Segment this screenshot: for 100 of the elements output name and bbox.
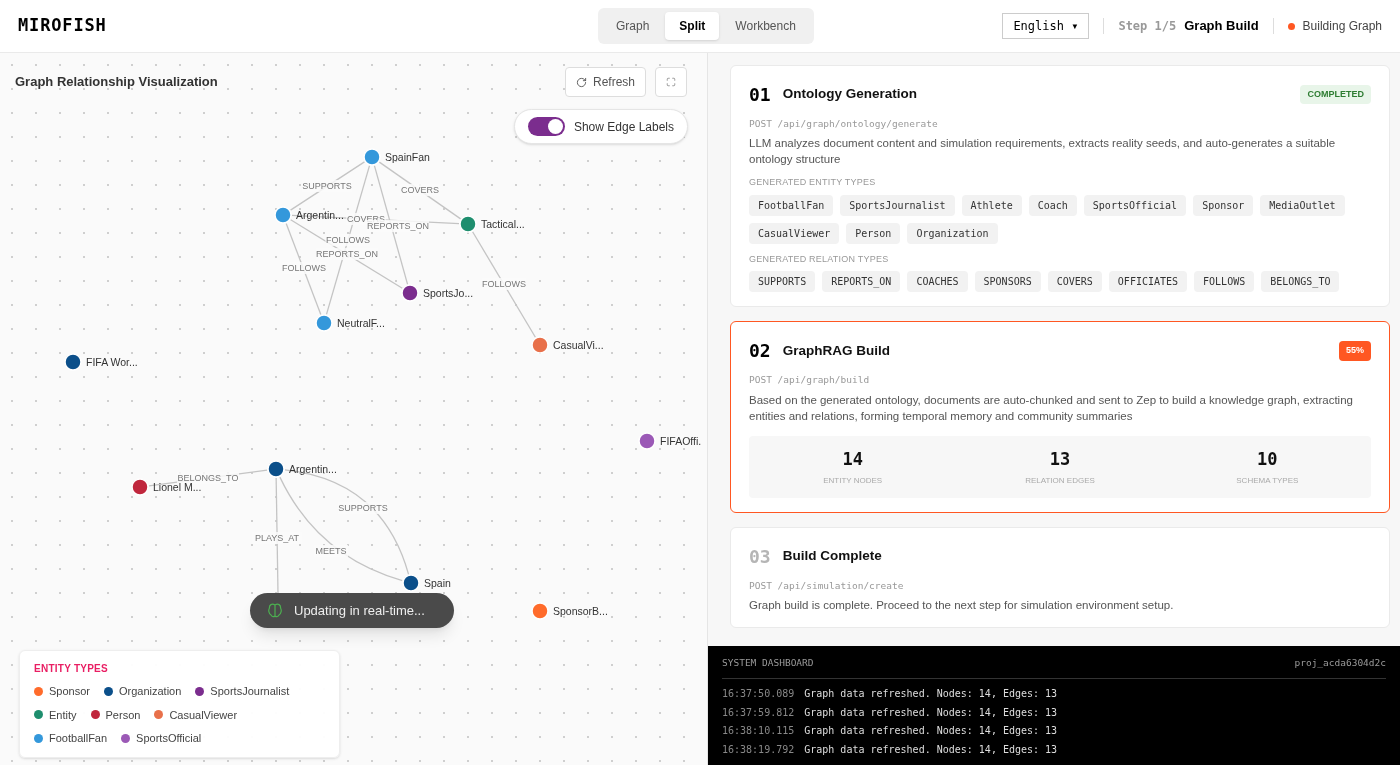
type-tag: FootballFan [749, 194, 834, 216]
language-select[interactable]: English ▾ [1002, 13, 1090, 39]
graph-node[interactable] [363, 148, 381, 166]
graph-node[interactable] [274, 206, 292, 224]
legend-label: Organization [119, 684, 182, 699]
app-logo: MIROFISH [18, 14, 108, 38]
graph-node[interactable] [459, 215, 477, 233]
step-title: GraphRAG Build [782, 341, 890, 360]
log-message: Graph data refreshed. Nodes: 14, Edges: 13 [804, 724, 1058, 738]
panel-title: Graph Relationship Visualization [15, 73, 218, 92]
type-tag: COVERS [1047, 271, 1102, 293]
graph-node[interactable] [638, 432, 656, 450]
step-title: Ontology Generation [782, 85, 917, 104]
node-label: FIFA Wor... [86, 356, 138, 368]
legend-label: Person [105, 707, 141, 723]
step-number: 03 [749, 545, 771, 569]
type-tag: Coach [1028, 194, 1077, 216]
refresh-button[interactable]: Refresh [564, 67, 646, 97]
log-message: Graph data refreshed. Nodes: 14, Edges: 13 [804, 742, 1058, 757]
stat-label: ENTITY NODES [823, 475, 883, 487]
edge-label: FOLLOWS [481, 278, 527, 290]
graph-node[interactable] [531, 336, 549, 354]
graph-node[interactable] [267, 460, 285, 478]
type-tag: COACHES [907, 271, 968, 293]
log-time: 16:38:19.792 [722, 742, 795, 757]
edge-label: BELONGS_TO [177, 472, 239, 484]
dashboard-title: SYSTEM DASHBOARD [722, 656, 814, 670]
refresh-icon [575, 76, 587, 88]
step-description: Graph build is complete. Proceed to the next step for simulation environment setup. [749, 598, 1175, 614]
log-time: 16:37:50.089 [722, 687, 795, 701]
step-number: 01 [749, 83, 771, 107]
tag-group-title: GENERATED RELATION TYPES [749, 252, 890, 266]
fullscreen-icon [666, 77, 676, 87]
edge-label: REPORTS_ON [316, 248, 378, 260]
node-label: SponsorB... [553, 605, 608, 617]
log-message: Graph data refreshed. Nodes: 14, Edges: 13 [804, 705, 1058, 720]
type-tag: MediaOutlet [1260, 194, 1345, 216]
type-tag: SPONSORS [974, 271, 1041, 293]
log-time: 16:38:10.115 [722, 724, 795, 738]
legend-label: Sponsor [49, 684, 90, 699]
status-badge: COMPLETED [1300, 84, 1371, 105]
toggle-switch[interactable] [527, 117, 565, 136]
type-tag: Sponsor [1193, 194, 1254, 216]
realtime-toast: Updating in real-time... [250, 593, 454, 628]
graph-node[interactable] [131, 478, 149, 496]
legend-label: FootballFan [49, 731, 108, 746]
graph-node[interactable] [315, 314, 333, 332]
tag-group-title: GENERATED ENTITY TYPES [749, 176, 877, 190]
legend-label: Entity [49, 707, 77, 723]
type-tag: FOLLOWS [1194, 271, 1255, 293]
step-title: Build Complete [782, 547, 882, 566]
graph-node[interactable] [402, 574, 420, 592]
type-tag: CasualViewer [749, 222, 840, 244]
view-tab[interactable]: Workbench [721, 12, 810, 40]
stat-label: SCHEMA TYPES [1236, 475, 1299, 487]
node-label: Tactical... [481, 218, 525, 230]
stat-value: 13 [1049, 447, 1071, 471]
step-description: Based on the generated ontology, documents are auto-chunked and sent to Zep to build a knowledge graph, extracting entities and relations, forming temporal memory and community summaries [749, 392, 1354, 424]
graph-node[interactable] [401, 284, 419, 302]
graph-node[interactable] [64, 353, 82, 371]
type-tag: Athlete [961, 194, 1022, 216]
edge-label: SUPPORTS [301, 180, 353, 192]
node-label: SpainFan [385, 151, 430, 163]
log-message: Graph data refreshed. Nodes: 14, Edges: 13 [804, 687, 1058, 701]
graph-node[interactable] [531, 602, 549, 620]
legend-label: CasualViewer [169, 707, 238, 723]
stat-value: 10 [1257, 447, 1278, 471]
brain-icon [268, 603, 282, 618]
type-tag: SportsJournalist [840, 194, 955, 216]
node-label: Lionel M... [153, 481, 202, 493]
log-time: 16:37:59.812 [722, 705, 795, 720]
toggle-label: Show Edge Labels [573, 118, 674, 136]
stat-label: RELATION EDGES [1025, 475, 1095, 487]
type-tag: OFFICIATES [1108, 271, 1188, 293]
api-endpoint: POST /api/graph/ontology/generate [749, 117, 939, 131]
project-id: proj_acda6304d2c [1294, 656, 1386, 670]
api-endpoint: POST /api/simulation/create [749, 579, 905, 593]
view-tab[interactable]: Graph [602, 12, 664, 40]
legend-title: ENTITY TYPES [34, 662, 109, 676]
edge-label: COVERS [400, 184, 440, 196]
type-tag: BELONGS_TO [1261, 271, 1340, 293]
node-label: NeutralF... [337, 317, 385, 329]
step-description: LLM analyzes document content and simulation requirements, extracts reality seeds, and auto-generates a suitable ontology structure [749, 136, 1337, 168]
node-label: CasualVi... [553, 339, 604, 351]
stat-value: 14 [842, 447, 863, 471]
type-tag: Organization [907, 222, 998, 244]
legend-label: SportsOfficial [136, 731, 202, 746]
edge-label: FOLLOWS [281, 262, 327, 274]
node-label: Argentin... [296, 209, 344, 221]
edge-label: FOLLOWS [325, 234, 371, 246]
node-label: Argentin... [289, 463, 337, 475]
node-label: FIFAOffi. [660, 435, 702, 447]
step-number: 02 [749, 339, 771, 364]
type-tag: Person [846, 222, 901, 244]
legend-label: SportsJournalist [210, 684, 290, 699]
status-text: Building Graph [1302, 18, 1382, 35]
view-tab[interactable]: Split [665, 12, 720, 40]
type-tag: REPORTS_ON [822, 271, 901, 293]
type-tag: SUPPORTS [749, 271, 816, 293]
node-label: SportsJo... [423, 287, 474, 299]
